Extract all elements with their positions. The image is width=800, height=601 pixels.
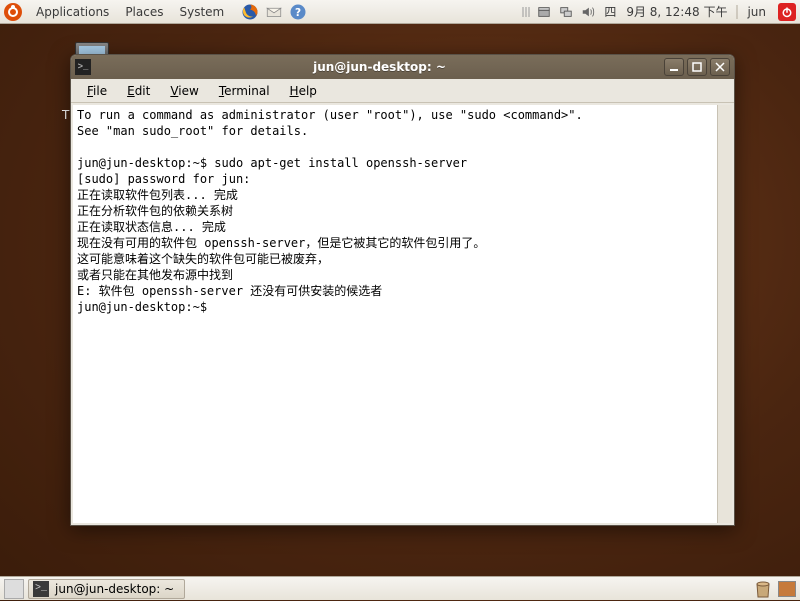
line: 现在没有可用的软件包 openssh-server，但是它被其它的软件包引用了。: [77, 236, 485, 250]
help-menu[interactable]: Help: [280, 81, 327, 101]
ubuntu-logo-icon[interactable]: [4, 3, 22, 21]
show-desktop-button[interactable]: [4, 579, 24, 599]
view-menu[interactable]: View: [160, 81, 208, 101]
line: [sudo] password for jun:: [77, 172, 258, 186]
terminal-output[interactable]: To run a command as administrator (user …: [73, 105, 732, 523]
system-tray: 四 9月 8, 12:48 下午 jun: [522, 3, 796, 21]
system-menu[interactable]: System: [171, 2, 232, 22]
line: To run a command as administrator (user …: [77, 108, 583, 122]
tray-divider-icon: [735, 3, 739, 21]
bottom-panel: >_ jun@jun-desktop: ~: [0, 576, 800, 600]
line: See "man sudo_root" for details.: [77, 124, 308, 138]
terminal-scrollbar[interactable]: [717, 105, 732, 523]
line: jun@jun-desktop:~$: [77, 300, 214, 314]
firefox-icon[interactable]: [240, 2, 260, 22]
terminal-title-icon: >_: [75, 59, 91, 75]
file-menu-label: ile: [93, 84, 107, 98]
mail-icon[interactable]: [264, 2, 284, 22]
line: 这可能意味着这个缺失的软件包可能已被废弃，: [77, 252, 329, 266]
help-icon[interactable]: ?: [288, 2, 308, 22]
launcher-icons: ?: [240, 2, 308, 22]
trash-icon[interactable]: [752, 580, 774, 598]
taskbar-terminal-icon: >_: [33, 581, 49, 597]
tray-separator-icon: [522, 5, 530, 19]
terminal-menubar: Fdocument.currentScript.previousElementS…: [71, 79, 734, 103]
maximize-button[interactable]: [687, 58, 707, 76]
taskbar-title: jun@jun-desktop: ~: [55, 582, 174, 596]
drive-icon[interactable]: [536, 4, 552, 20]
close-button[interactable]: [710, 58, 730, 76]
line: 正在分析软件包的依赖关系树: [77, 204, 284, 218]
top-panel: Applications Places System ? 四 9月 8, 12:…: [0, 0, 800, 24]
tray-day[interactable]: 四: [602, 3, 618, 20]
file-menu[interactable]: Fdocument.currentScript.previousElementS…: [77, 81, 117, 101]
shutdown-button[interactable]: [778, 3, 796, 21]
tray-datetime[interactable]: 9月 8, 12:48 下午: [624, 3, 729, 20]
svg-text:?: ?: [295, 6, 301, 18]
edit-menu-label: dit: [135, 84, 151, 98]
places-menu[interactable]: Places: [117, 2, 171, 22]
taskbar-terminal[interactable]: >_ jun@jun-desktop: ~: [28, 579, 185, 599]
help-menu-label: elp: [299, 84, 317, 98]
line: 或者只能在其他发布源中找到: [77, 268, 233, 282]
titlebar[interactable]: >_ jun@jun-desktop: ~: [71, 55, 734, 79]
terminal-window: >_ jun@jun-desktop: ~ Fdocument.currentS…: [70, 54, 735, 526]
line: jun@jun-desktop:~$ sudo apt-get install …: [77, 156, 467, 170]
line: 正在读取软件包列表... 完成: [77, 188, 238, 202]
window-buttons: [664, 58, 730, 76]
line: E: 软件包 openssh-server 还没有可供安装的候选者: [77, 284, 382, 298]
user-menu[interactable]: jun: [745, 5, 768, 19]
window-title: jun@jun-desktop: ~: [313, 60, 446, 74]
network-icon[interactable]: [558, 4, 574, 20]
volume-icon[interactable]: [580, 4, 596, 20]
desktop-text-fragment: T: [62, 108, 69, 122]
workspace-pager[interactable]: [778, 581, 796, 597]
terminal-menu[interactable]: Terminal: [209, 81, 280, 101]
view-menu-label: iew: [178, 84, 199, 98]
line: 正在读取状态信息... 完成: [77, 220, 276, 234]
terminal-menu-label: erminal: [224, 84, 269, 98]
minimize-button[interactable]: [664, 58, 684, 76]
edit-menu[interactable]: Edit: [117, 81, 160, 101]
applications-menu[interactable]: Applications: [28, 2, 117, 22]
